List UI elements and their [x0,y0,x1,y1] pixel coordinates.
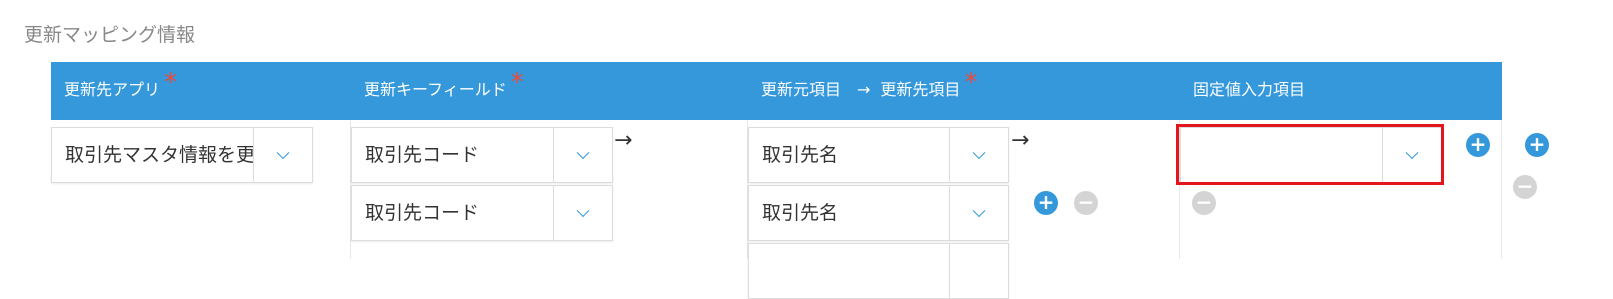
add-row-button[interactable]: + [1525,133,1549,157]
header-arrow: → [857,80,871,99]
header-update-app-label: 更新先アプリ [64,80,161,99]
update-key-field-select[interactable]: 取引先コード [351,127,613,183]
mapping-table-header: 更新先アプリ * 更新キーフィールド * 更新元項目 → 更新先項目 * 固定値入力項目 [51,62,1502,120]
add-fixed-value-button[interactable]: + [1466,133,1490,157]
header-update-key-field: 更新キーフィールド * [364,62,524,120]
source-field-value: 取引先名 [762,202,839,224]
arrow-right-icon: → [1011,128,1030,153]
section-title: 更新マッピング情報 [24,24,196,46]
update-app-dropdown-button[interactable] [253,128,312,182]
header-source-label: 更新元項目 [761,80,842,99]
chevron-down-icon [576,146,590,160]
required-mark: * [964,68,978,98]
source-field-dropdown-button[interactable] [949,128,1008,182]
required-mark: * [510,68,524,98]
column-divider [1501,120,1502,259]
remove-mapping-button[interactable]: − [1074,191,1098,215]
source-field-select[interactable] [748,243,1009,299]
source-field-dropdown-button[interactable] [949,244,1008,298]
header-fixed-value-label: 固定値入力項目 [1193,80,1306,99]
key-field-dropdown-button[interactable] [553,186,612,240]
header-update-app: 更新先アプリ * [64,62,177,120]
arrow-right-icon: → [614,128,633,153]
source-field-select[interactable]: 取引先名 [748,127,1009,183]
header-field-mapping: 更新元項目 → 更新先項目 * [761,62,977,120]
required-mark: * [164,68,178,98]
update-app-select[interactable]: 取引先マスタ情報を更 [51,127,313,183]
update-key-field-value: 取引先コード [365,144,480,166]
update-key-field-select[interactable]: 取引先コード [351,185,613,241]
header-fixed-value: 固定値入力項目 [1193,62,1305,120]
remove-fixed-value-button[interactable]: − [1192,191,1216,215]
chevron-down-icon [576,204,590,218]
highlight-box [1176,124,1444,185]
header-destination-label: 更新先項目 [880,80,961,99]
chevron-down-icon [276,146,290,160]
source-field-dropdown-button[interactable] [949,186,1008,240]
chevron-down-icon [972,204,986,218]
key-field-dropdown-button[interactable] [553,128,612,182]
update-app-select-value: 取引先マスタ情報を更 [65,144,253,166]
remove-row-button[interactable]: − [1513,175,1537,199]
chevron-down-icon [972,146,986,160]
add-mapping-button[interactable]: + [1034,191,1058,215]
header-update-key-label: 更新キーフィールド [364,80,507,99]
update-key-field-value: 取引先コード [365,202,480,224]
source-field-value: 取引先名 [762,144,839,166]
source-field-select[interactable]: 取引先名 [748,185,1009,241]
